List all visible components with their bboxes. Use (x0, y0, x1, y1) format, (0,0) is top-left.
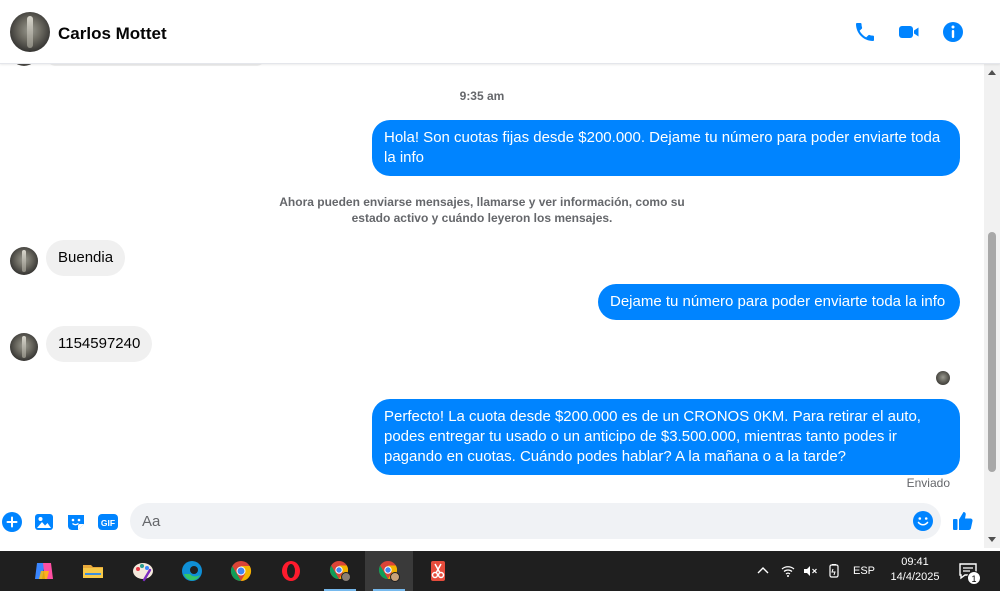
read-receipt-avatar (936, 371, 950, 385)
scrollbar-thumb[interactable] (988, 232, 996, 472)
paint-icon[interactable] (119, 551, 167, 591)
chrome-profile-icon[interactable] (316, 551, 364, 591)
chat-notice: Ahora pueden enviarse mensajes, llamarse… (279, 195, 685, 225)
clock-date: 14/4/2025 (890, 571, 940, 583)
snipping-tool-icon[interactable] (414, 551, 462, 591)
clock-time: 09:41 (901, 556, 929, 568)
opera-icon[interactable] (267, 551, 315, 591)
scrollbar[interactable] (984, 64, 1000, 548)
contact-name[interactable]: Carlos Mottet (58, 24, 167, 44)
notification-count-badge: 1 (967, 571, 981, 585)
chrome-icon[interactable] (217, 551, 265, 591)
video-call-icon[interactable] (897, 20, 921, 44)
contact-avatar-small[interactable] (10, 247, 38, 275)
message-thread: 9:35 am Hola! Son cuotas fijas desde $20… (0, 64, 984, 502)
chrome-profile-active-icon[interactable] (365, 551, 413, 591)
message-bubble-incoming[interactable]: Buendia (46, 240, 126, 276)
message-bubble-outgoing[interactable]: Hola! Son cuotas fijas desde $200.000. D… (372, 120, 960, 176)
chat-header: Carlos Mottet (0, 0, 1000, 64)
like-icon[interactable] (951, 509, 975, 533)
plus-icon[interactable] (1, 511, 23, 533)
language-indicator[interactable]: ESP (850, 551, 878, 591)
contact-avatar-small[interactable] (10, 333, 38, 361)
chevron-up-icon[interactable] (754, 551, 772, 591)
message-bubble-incoming (46, 64, 266, 66)
gif-label: GIF (101, 518, 115, 528)
battery-icon[interactable] (825, 551, 843, 591)
edge-icon[interactable] (168, 551, 216, 591)
message-bubble-outgoing[interactable]: Perfecto! La cuota desde $200.000 es de … (372, 399, 960, 475)
message-bubble-incoming[interactable]: 1154597240 (46, 326, 153, 362)
wifi-icon[interactable] (779, 551, 797, 591)
message-timestamp: 9:35 am (459, 89, 505, 103)
message-input-container[interactable] (130, 503, 941, 539)
phone-icon[interactable] (853, 20, 877, 44)
system-clock[interactable]: 09:41 14/4/2025 (880, 555, 950, 585)
contact-avatar[interactable] (10, 12, 50, 52)
message-status: Enviado (906, 476, 950, 490)
message-composer: GIF (0, 502, 984, 548)
message-bubble-outgoing[interactable]: Dejame tu número para poder enviarte tod… (598, 284, 960, 320)
file-explorer-icon[interactable] (69, 551, 117, 591)
gif-icon[interactable]: GIF (97, 511, 119, 533)
copilot-icon[interactable] (20, 551, 68, 591)
gallery-icon[interactable] (33, 511, 55, 533)
info-icon[interactable] (941, 20, 965, 44)
scroll-up-arrow-icon[interactable] (988, 70, 996, 75)
sticker-icon[interactable] (65, 511, 87, 533)
windows-taskbar: ESP 09:41 14/4/2025 1 (0, 551, 1000, 591)
scroll-down-arrow-icon[interactable] (988, 537, 996, 542)
message-input[interactable] (142, 503, 902, 539)
contact-avatar-small (10, 64, 38, 66)
emoji-icon[interactable] (912, 510, 934, 532)
volume-muted-icon[interactable] (801, 551, 819, 591)
